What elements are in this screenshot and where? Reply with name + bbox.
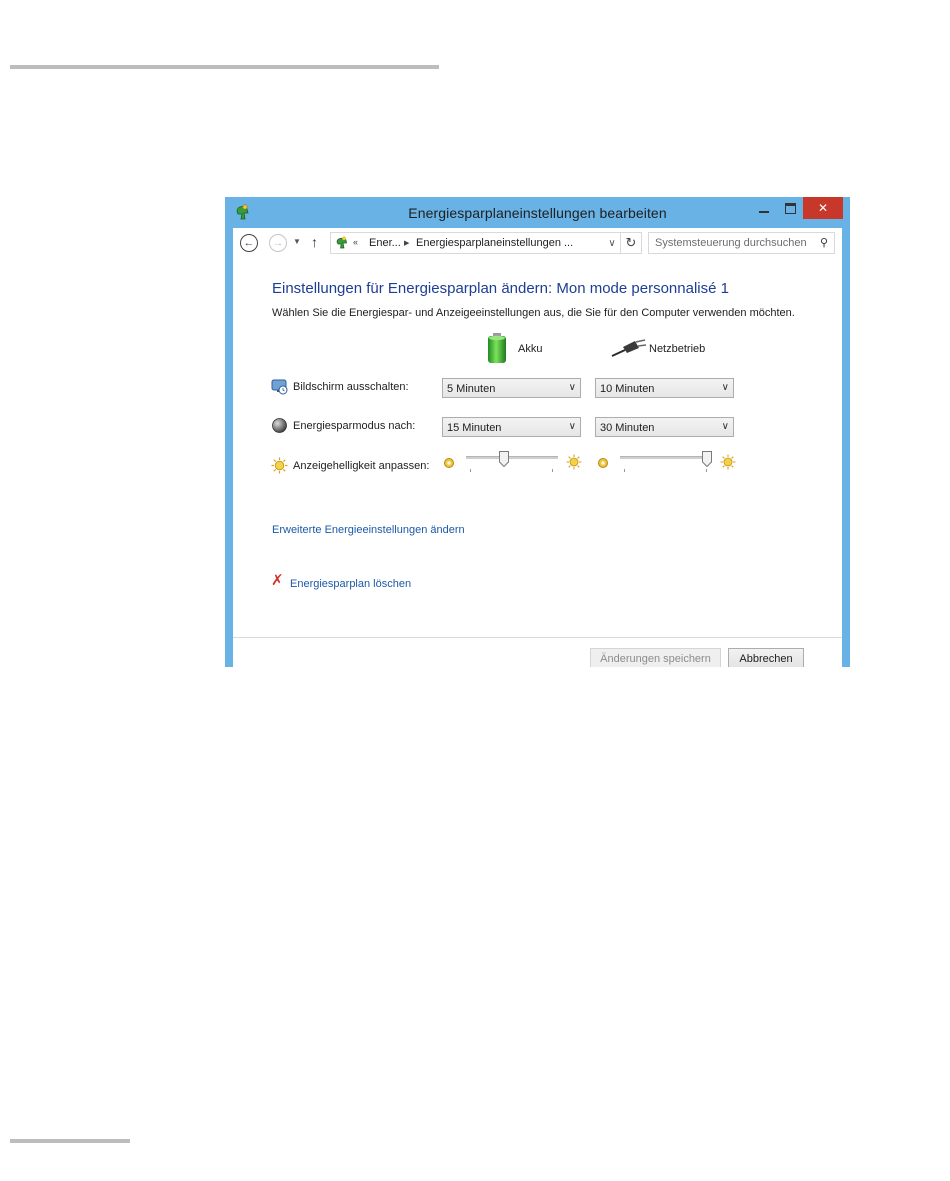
control-panel-icon <box>336 236 347 249</box>
display-off-label: Bildschirm ausschalten: <box>293 381 409 393</box>
refresh-icon: ↻ <box>625 235 637 250</box>
brightness-low-icon <box>598 458 608 468</box>
search-placeholder: Systemsteuerung durchsuchen <box>655 237 807 249</box>
brightness-battery-slider[interactable] <box>466 451 558 475</box>
slider-tick <box>706 469 707 472</box>
column-header-plugged-in: Netzbetrieb <box>649 343 706 355</box>
slider-tick <box>552 469 553 472</box>
address-bar: ← → ▼ ↑ « Ener... ▶ Energiesparplaneinst… <box>233 228 842 262</box>
plug-icon <box>611 339 647 357</box>
back-arrow-icon: ← <box>243 236 255 249</box>
page-rule-top <box>10 65 439 69</box>
up-arrow-icon[interactable]: ↑ <box>311 234 318 250</box>
slider-track <box>466 456 558 459</box>
column-header-battery: Akku <box>518 343 543 355</box>
window-content: ← → ▼ ↑ « Ener... ▶ Energiesparplaneinst… <box>233 228 842 667</box>
maximize-button[interactable] <box>777 197 803 219</box>
power-plan-window: Energiesparplaneinstellungen bearbeiten … <box>225 197 850 667</box>
delete-plan-link[interactable]: Energiesparplan löschen <box>290 578 411 590</box>
breadcrumb-overflow-icon[interactable]: « <box>353 237 358 247</box>
search-input[interactable]: Systemsteuerung durchsuchen ⚲ <box>648 232 835 254</box>
sleep-label: Energiesparmodus nach: <box>293 420 416 432</box>
sleep-battery-select[interactable]: 15 Minuten ∨ <box>442 417 581 437</box>
minimize-button[interactable] <box>751 197 777 219</box>
brightness-label: Anzeigehelligkeit anpassen: <box>293 460 430 472</box>
display-off-battery-value: 5 Minuten <box>447 383 496 395</box>
back-button[interactable]: ← <box>240 234 258 252</box>
slider-track <box>620 456 712 459</box>
monitor-icon <box>271 379 288 395</box>
forward-arrow-icon: → <box>272 236 284 249</box>
breadcrumb[interactable]: « Ener... ▶ Energiesparplaneinstellungen… <box>330 232 621 254</box>
cancel-button[interactable]: Abbrechen <box>728 648 804 667</box>
slider-tick <box>624 469 625 472</box>
maximize-icon <box>784 202 796 214</box>
breadcrumb-separator-icon[interactable]: ▶ <box>404 239 409 247</box>
delete-x-icon: ✗ <box>271 572 284 589</box>
page-title: Einstellungen für Energiesparplan ändern… <box>272 280 729 297</box>
page-rule-bottom <box>10 1139 130 1143</box>
brightness-high-icon <box>566 454 582 470</box>
battery-icon <box>488 333 506 363</box>
brightness-high-icon <box>720 454 736 470</box>
advanced-settings-link[interactable]: Erweiterte Energieeinstellungen ändern <box>272 524 465 536</box>
chevron-down-icon: ∨ <box>721 421 729 432</box>
search-icon[interactable]: ⚲ <box>820 236 828 249</box>
breadcrumb-item-power-options[interactable]: Ener... <box>369 237 401 249</box>
brightness-plugged-slider[interactable] <box>620 451 712 475</box>
chevron-down-icon: ∨ <box>568 421 576 432</box>
sleep-plugged-select[interactable]: 30 Minuten ∨ <box>595 417 734 437</box>
display-off-plugged-value: 10 Minuten <box>600 383 655 395</box>
sleep-plugged-value: 30 Minuten <box>600 422 655 434</box>
recent-locations-icon[interactable]: ▼ <box>293 237 301 246</box>
breadcrumb-item-edit-plan[interactable]: Energiesparplaneinstellungen ... <box>416 237 573 249</box>
slider-thumb[interactable] <box>702 451 712 467</box>
page-description: Wählen Sie die Energiespar- und Anzeigee… <box>272 307 795 319</box>
chevron-down-icon: ∨ <box>568 382 576 393</box>
close-button[interactable]: ✕ <box>803 197 843 219</box>
display-off-battery-select[interactable]: 5 Minuten ∨ <box>442 378 581 398</box>
save-changes-button[interactable]: Änderungen speichern <box>590 648 721 667</box>
address-dropdown-icon[interactable]: ∨ <box>604 233 620 253</box>
close-icon: ✕ <box>817 201 829 215</box>
display-off-plugged-select[interactable]: 10 Minuten ∨ <box>595 378 734 398</box>
sleep-battery-value: 15 Minuten <box>447 422 502 434</box>
slider-tick <box>470 469 471 472</box>
forward-button[interactable]: → <box>269 234 287 252</box>
chevron-down-icon: ∨ <box>721 382 729 393</box>
moon-icon <box>272 418 287 433</box>
footer-divider <box>233 637 842 638</box>
sun-icon <box>271 457 288 474</box>
refresh-button[interactable]: ↻ <box>621 232 642 254</box>
slider-thumb[interactable] <box>499 451 509 467</box>
brightness-low-icon <box>444 458 454 468</box>
minimize-icon <box>759 211 769 213</box>
title-bar[interactable]: Energiesparplaneinstellungen bearbeiten … <box>225 197 850 228</box>
